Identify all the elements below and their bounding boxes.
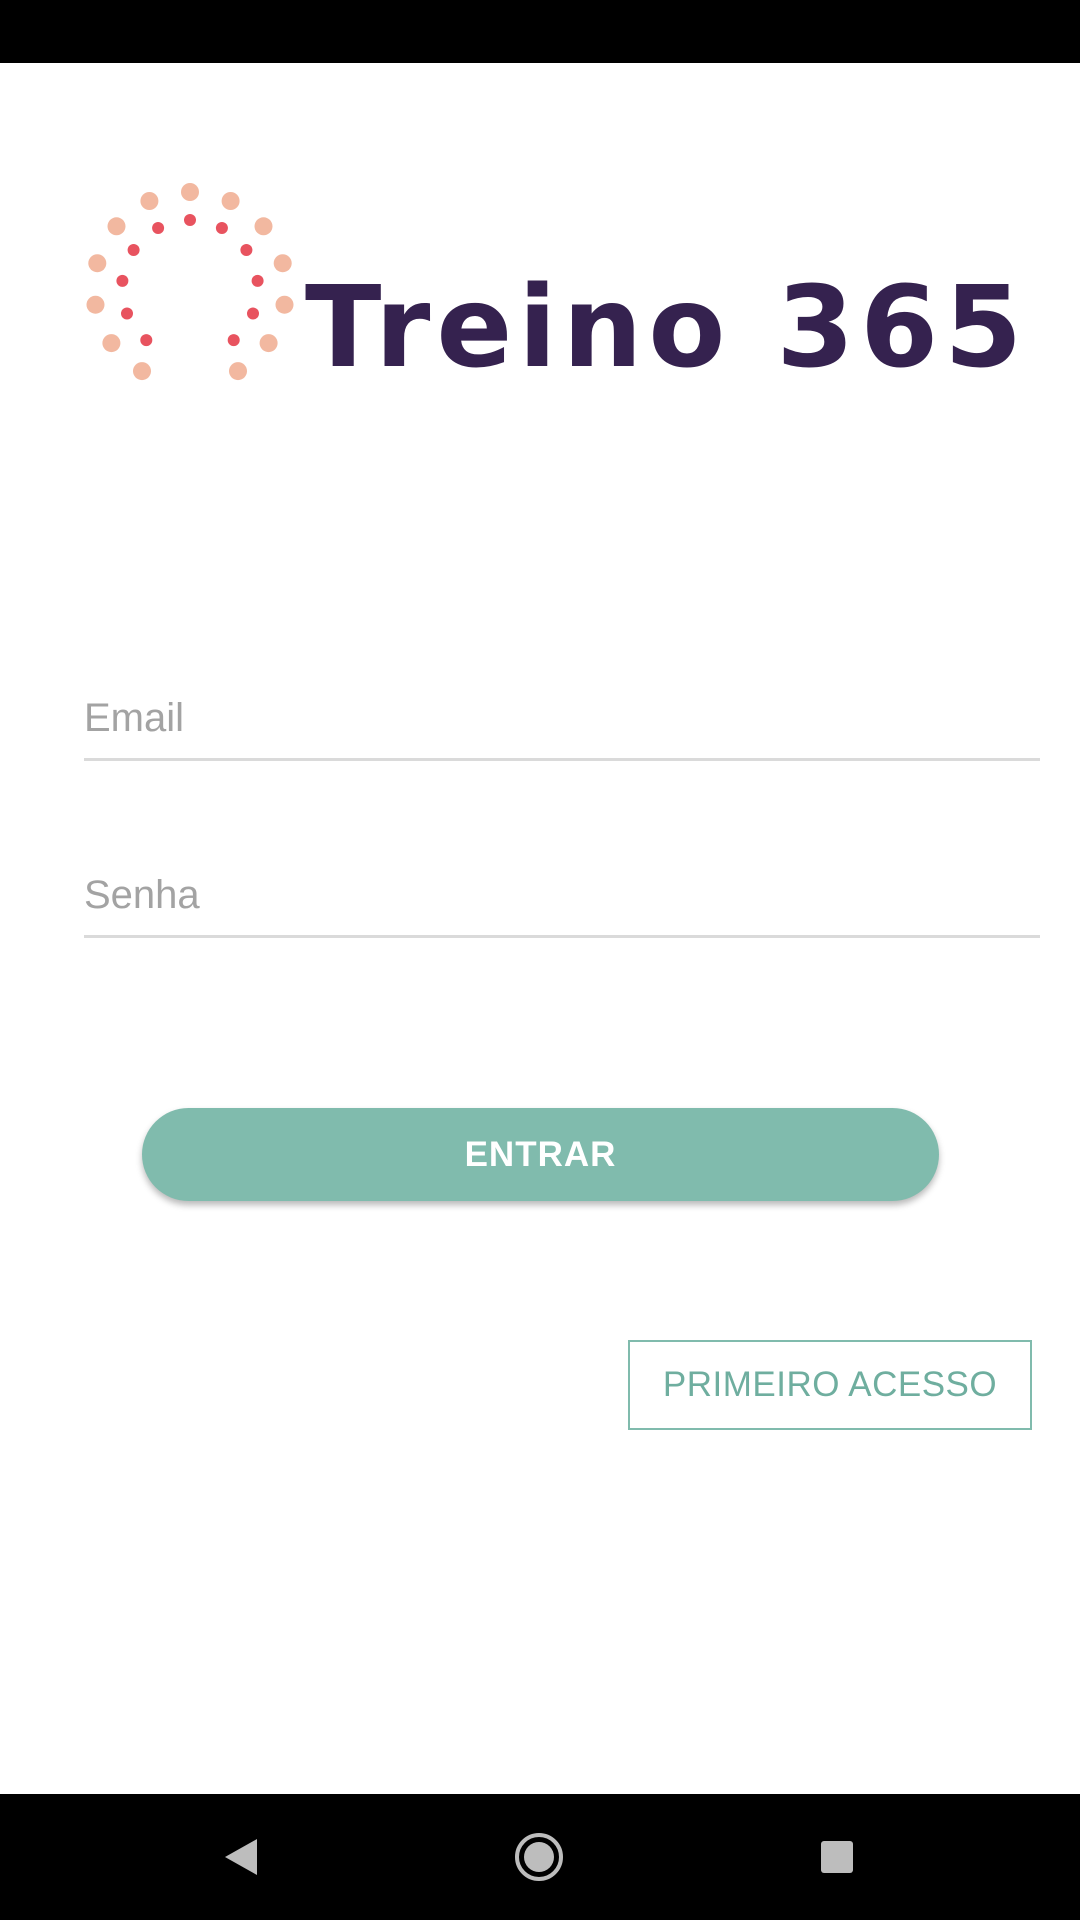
email-input[interactable]	[84, 688, 1040, 748]
email-field[interactable]	[84, 678, 1040, 761]
logo-outer-dot	[181, 183, 199, 201]
logo-inner-dot	[240, 244, 253, 256]
password-field[interactable]	[84, 855, 1040, 938]
logo-text: Treino 365	[305, 263, 1029, 393]
logo-outer-dot	[275, 295, 294, 314]
home-circle-icon	[515, 1833, 563, 1881]
home-button[interactable]	[509, 1827, 569, 1887]
logo-inner-dot	[184, 214, 196, 226]
recents-square-icon	[821, 1841, 853, 1873]
logo-dots-icon	[86, 183, 294, 381]
logo-inner-dot	[140, 334, 153, 347]
logo-inner-dot	[116, 274, 129, 287]
logo-outer-dot	[140, 192, 159, 210]
logo-inner-dot	[127, 244, 140, 256]
logo-outer-dot	[254, 217, 273, 236]
status-bar	[0, 0, 1080, 63]
logo-outer-dot	[259, 334, 278, 353]
login-screen: Treino 365 ENTRAR PRIMEIRO ACESSO	[0, 63, 1080, 1794]
logo-inner-dot	[215, 222, 228, 234]
system-navigation-bar	[0, 1794, 1080, 1920]
logo-inner-dot	[121, 307, 133, 320]
back-button[interactable]	[211, 1827, 271, 1887]
back-triangle-icon	[225, 1839, 257, 1875]
logo-outer-dot	[102, 334, 121, 353]
recents-button[interactable]	[807, 1827, 867, 1887]
logo-outer-dot	[133, 362, 151, 381]
logo-outer-dot	[229, 362, 247, 381]
logo-inner-dot	[227, 334, 240, 347]
logo-outer-dot	[107, 217, 126, 236]
logo-inner-dot	[152, 222, 165, 234]
logo-inner-dot	[247, 307, 259, 320]
logo-outer-dot	[221, 192, 240, 210]
first-access-button[interactable]: PRIMEIRO ACESSO	[628, 1340, 1032, 1430]
login-button[interactable]: ENTRAR	[142, 1108, 939, 1201]
logo-outer-dot	[86, 295, 105, 314]
password-input[interactable]	[84, 865, 1040, 925]
logo-inner-dot	[251, 274, 264, 287]
logo-outer-dot	[88, 254, 107, 273]
logo-outer-dot	[273, 254, 292, 273]
app-logo: Treino 365	[80, 178, 1022, 418]
